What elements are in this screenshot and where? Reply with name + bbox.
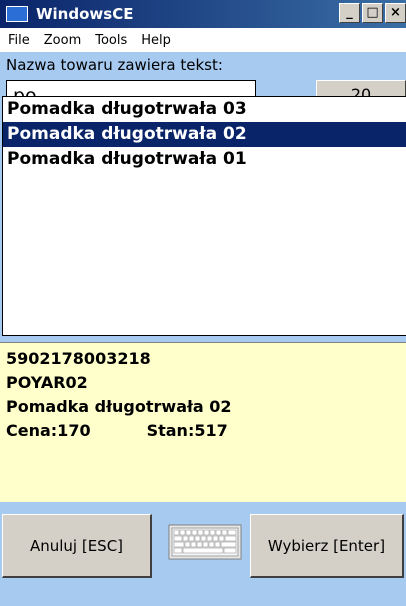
list-item[interactable]: Pomadka długotrwała 03 <box>3 97 406 122</box>
window-title: WindowsCE <box>36 5 134 23</box>
list-item[interactable]: Pomadka długotrwała 01 <box>3 147 406 172</box>
product-list[interactable]: Pomadka długotrwała 03 Pomadka długotrwa… <box>2 96 406 336</box>
maximize-button[interactable]: □ <box>362 3 383 23</box>
close-button[interactable]: × <box>385 3 406 23</box>
select-button[interactable]: Wybierz [Enter] <box>250 514 404 578</box>
product-code: POYAR02 <box>6 373 88 392</box>
list-item-selected[interactable]: Pomadka długotrwała 02 <box>3 122 406 147</box>
keyboard-icon[interactable] <box>168 524 242 560</box>
menu-tools[interactable]: Tools <box>95 33 127 48</box>
menu-file[interactable]: File <box>8 33 30 48</box>
windowsce-logo-icon <box>6 6 28 22</box>
barcode: 5902178003218 <box>6 349 151 368</box>
title-bar: WindowsCE _ □ × <box>0 0 406 28</box>
price-stock-row: Cena:170 Stan:517 <box>6 419 406 443</box>
minimize-button[interactable]: _ <box>339 3 360 23</box>
cancel-button[interactable]: Anuluj [ESC] <box>2 514 152 578</box>
stock: Stan:517 <box>146 421 228 440</box>
price: Cena:170 <box>6 421 91 440</box>
product-name: Pomadka długotrwała 02 <box>6 397 232 416</box>
menu-bar: File Zoom Tools Help <box>0 28 406 52</box>
menu-zoom[interactable]: Zoom <box>44 33 81 48</box>
menu-help[interactable]: Help <box>141 33 171 48</box>
search-label: Nazwa towaru zawiera tekst: <box>6 56 223 74</box>
caption-buttons: _ □ × <box>337 3 406 23</box>
product-details-panel: 5902178003218 POYAR02 Pomadka długotrwał… <box>0 342 406 502</box>
